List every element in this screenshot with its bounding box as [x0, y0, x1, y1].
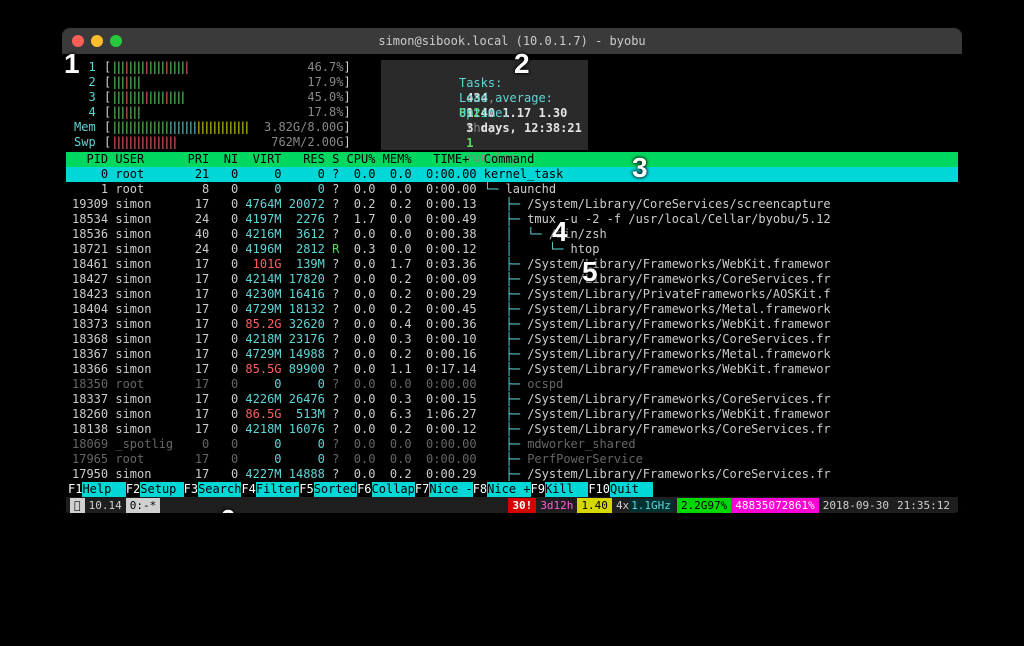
uptime-short: 3d12h — [536, 498, 577, 513]
window-titlebar[interactable]: simon@sibook.local (10.0.1.7) - byobu — [62, 28, 962, 54]
cpu-meter: 4[||||||| 17.8%] — [74, 105, 351, 120]
process-row[interactable]: 18368 simon 17 0 4218M 23176 ? 0.0 0.3 0… — [66, 332, 958, 347]
uptime-value: 3 days, 12:38:21 — [466, 121, 582, 135]
process-row[interactable]: 18423 simon 17 0 4230M 16416 ? 0.0 0.2 0… — [66, 287, 958, 302]
status-time: 21:35:12 — [893, 498, 954, 513]
cpu-cores: 4x — [616, 499, 629, 512]
fkey[interactable]: F4 — [241, 482, 255, 496]
process-row[interactable]: 18337 simon 17 0 4226M 26476 ? 0.0 0.3 0… — [66, 392, 958, 407]
fkey[interactable]: F6 — [357, 482, 371, 496]
process-row[interactable]: 18366 simon 17 0 85.5G 89900 ? 0.0 1.1 0… — [66, 362, 958, 377]
window-title: simon@sibook.local (10.0.1.7) - byobu — [62, 34, 962, 48]
status-net: 48835072861% — [731, 498, 818, 513]
fkey-bar[interactable]: F1Help F2Setup F3SearchF4FilterF5SortedF… — [66, 482, 958, 497]
process-row[interactable]: 17965 root 17 0 0 0 ? 0.0 0.0 0:00.00 ├─… — [66, 452, 958, 467]
process-row[interactable]: 17950 simon 17 0 4227M 14888 ? 0.0 0.2 0… — [66, 467, 958, 482]
fkey[interactable]: F8 — [473, 482, 487, 496]
fkey-label[interactable]: Collap — [372, 482, 415, 497]
process-row[interactable]: 18534 simon 24 0 4197M 2276 ? 1.7 0.0 0:… — [66, 212, 958, 227]
running-count: 1 — [466, 136, 473, 150]
apple-icon:  — [70, 498, 85, 513]
fkey-label[interactable]: Setup — [140, 482, 183, 497]
process-header[interactable]: PID USER PRI NI VIRT RES S CPU% MEM% TIM… — [66, 152, 958, 167]
process-row[interactable]: 18461 simon 17 0 101G 139M ? 0.0 1.7 0:0… — [66, 257, 958, 272]
fkey[interactable]: F10 — [588, 482, 610, 496]
process-list[interactable]: 1 root 8 0 0 0 ? 0.0 0.0 0:00.00 └─ laun… — [66, 182, 958, 482]
summary-box: Tasks: 434, 892 thr; 1 running Load aver… — [381, 60, 588, 150]
fkey-label[interactable]: Nice - — [429, 482, 472, 497]
process-row[interactable]: 18536 simon 40 0 4216M 3612 ? 0.0 0.0 0:… — [66, 227, 958, 242]
process-row[interactable]: 18138 simon 17 0 4218M 16076 ? 0.0 0.2 0… — [66, 422, 958, 437]
cpu-ghz: 1.1GHz — [629, 499, 673, 512]
process-row-selected[interactable]: 0 root 21 0 0 0 ? 0.0 0.0 0:00.00 kernel… — [66, 167, 958, 182]
fkey[interactable]: F5 — [299, 482, 313, 496]
fkey[interactable]: F2 — [126, 482, 140, 496]
terminal-content[interactable]: 1 2 3 4 5 6 1[||||||||||||||||||| 46.7%]… — [62, 54, 962, 513]
status-date: 2018-09-30 — [819, 498, 893, 513]
mem-meter: Mem[||||||||||||||||||||||||||||||||||3.… — [74, 120, 351, 135]
swap-meter: Swp[|||||||||||||||| 762M/2.00G] — [74, 135, 351, 150]
process-row[interactable]: 18427 simon 17 0 4214M 17820 ? 0.0 0.2 0… — [66, 272, 958, 287]
session-id[interactable]: 0:-* — [126, 498, 161, 513]
terminal-window: simon@sibook.local (10.0.1.7) - byobu 1 … — [62, 28, 962, 513]
fkey-label[interactable]: Sorted — [314, 482, 357, 497]
fkey-label[interactable]: Quit — [610, 482, 653, 497]
status-mem: 2.2G97% — [677, 498, 731, 513]
fkey-label[interactable]: Filter — [256, 482, 299, 497]
load-label: Load average: — [459, 91, 553, 105]
cpu-meter: 1[||||||||||||||||||| 46.7%] — [74, 60, 351, 75]
battery-status: 30! — [508, 498, 536, 513]
fkey-label[interactable]: Help — [82, 482, 125, 497]
process-row[interactable]: 18404 simon 17 0 4729M 18132 ? 0.0 0.2 0… — [66, 302, 958, 317]
process-row[interactable]: 18350 root 17 0 0 0 ? 0.0 0.0 0:00.00 ├─… — [66, 377, 958, 392]
fkey[interactable]: F9 — [531, 482, 545, 496]
fkey[interactable]: F7 — [415, 482, 429, 496]
byobu-status-bar:  10.14 0:-* 30! 3d12h 1.40 4x1.1GHz 2.2… — [66, 497, 958, 513]
process-row[interactable]: 18367 simon 17 0 4729M 14988 ? 0.0 0.2 0… — [66, 347, 958, 362]
fkey-label[interactable]: Nice + — [487, 482, 530, 497]
status-load: 1.40 — [577, 498, 612, 513]
fkey-label[interactable]: Search — [198, 482, 241, 497]
process-row[interactable]: 18373 simon 17 0 85.2G 32620 ? 0.0 0.4 0… — [66, 317, 958, 332]
process-row[interactable]: 18260 simon 17 0 86.5G 513M ? 0.0 6.3 1:… — [66, 407, 958, 422]
fkey[interactable]: F3 — [184, 482, 198, 496]
cpu-meter: 2[||||||| 17.9%] — [74, 75, 351, 90]
process-row[interactable]: 18721 simon 24 0 4196M 2812 R 0.3 0.0 0:… — [66, 242, 958, 257]
process-row[interactable]: 1 root 8 0 0 0 ? 0.0 0.0 0:00.00 └─ laun… — [66, 182, 958, 197]
fkey-label[interactable]: Kill — [545, 482, 588, 497]
process-row[interactable]: 18069 _spotlig 0 0 0 0 ? 0.0 0.0 0:00.00… — [66, 437, 958, 452]
os-version: 10.14 — [85, 498, 126, 513]
uptime-label: Uptime: — [459, 106, 510, 120]
cpu-meters: 1[||||||||||||||||||| 46.7%] 2[||||||| 1… — [74, 60, 351, 150]
process-row[interactable]: 19309 simon 17 0 4764M 20072 ? 0.2 0.2 0… — [66, 197, 958, 212]
cpu-meter: 3[|||||||||||||||||| 45.0%] — [74, 90, 351, 105]
tasks-label: Tasks: — [459, 76, 502, 90]
fkey[interactable]: F1 — [68, 482, 82, 496]
